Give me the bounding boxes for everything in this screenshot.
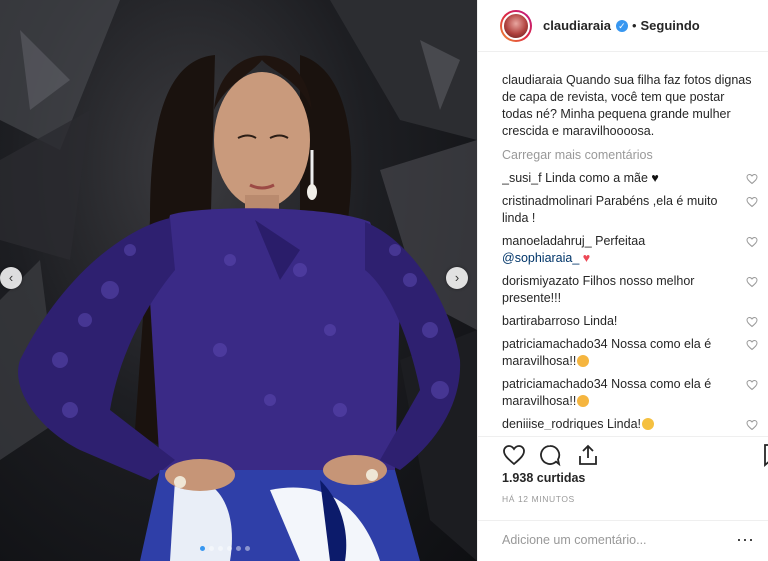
comment-like-heart-icon[interactable] [746,236,758,248]
comment-like-heart-icon[interactable] [746,196,758,208]
comment-text: manoeladahruj_ Perfeitaa @sophiaraia_ ♥ [502,233,727,267]
add-comment-input[interactable]: Adicione um comentário... [502,533,647,547]
comments-list[interactable]: claudiaraia Quando sua filha faz fotos d… [502,72,768,430]
share-icon[interactable] [576,443,600,467]
post-photo[interactable]: ‹ › [0,0,477,561]
comment-like-heart-icon[interactable] [746,276,758,288]
comment-body: Perfeitaa [595,234,646,248]
carousel-dot [209,546,214,551]
comment-body: Linda! [606,417,641,430]
add-comment-bar: Adicione um comentário... ··· [478,520,768,561]
comment-icon[interactable] [538,443,562,467]
post-timestamp: HÁ 12 MINUTOS [502,494,575,504]
following-button[interactable]: Seguindo [641,18,700,33]
verified-check-icon: ✓ [615,19,628,32]
comment-text: patriciamachado34 Nossa como ela é marav… [502,376,727,410]
comment-like-heart-icon[interactable] [746,173,758,185]
carousel-prev-button[interactable]: ‹ [0,267,22,289]
likes-count[interactable]: 1.938 curtidas [502,471,585,485]
comment-like-heart-icon[interactable] [746,316,758,328]
comment-username[interactable]: patriciamachado34 [502,377,608,391]
action-bar [478,436,768,467]
header-separator: • [631,18,637,33]
comment-row: patriciamachado34 Nossa como ela é marav… [502,336,768,370]
comment-like-heart-icon[interactable] [746,339,758,351]
post-caption: claudiaraia Quando sua filha faz fotos d… [502,72,768,140]
carousel-dot-active [200,546,205,551]
load-more-comments-button[interactable]: Carregar mais comentários [502,147,768,164]
comment-row: _susi_f Linda como a mãe ♥ [502,170,768,187]
post-header: claudiaraia ✓ • Seguindo [478,0,768,52]
caption-username[interactable]: claudiaraia [502,73,562,87]
comment-body: Linda! [583,314,618,328]
comment-username[interactable]: dorismiyazato [502,274,579,288]
carousel-dot [218,546,223,551]
comment-like-heart-icon[interactable] [746,419,758,430]
comment-text: dorismiyazato Filhos nosso melhor presen… [502,273,727,307]
like-heart-icon[interactable] [502,443,526,467]
comment-row: patriciamachado34 Nossa como ela é marav… [502,376,768,410]
comment-username[interactable]: manoeladahruj_ [502,234,592,248]
comment-row: cristinadmolinari Parabéns ,ela é muito … [502,193,768,227]
comment-username[interactable]: _susi_f [502,171,542,185]
comment-row: bartirabarroso Linda! [502,313,768,330]
more-options-icon[interactable]: ··· [736,529,754,550]
comment-like-heart-icon[interactable] [746,379,758,391]
comment-text: deniiise_rodriques Linda! [502,416,727,430]
carousel-dots [200,546,250,551]
comment-body: Linda como a mãe [545,171,648,185]
comment-row: dorismiyazato Filhos nosso melhor presen… [502,273,768,307]
save-bookmark-icon[interactable] [760,443,768,467]
comment-username[interactable]: patriciamachado34 [502,337,608,351]
comment-text: patriciamachado34 Nossa como ela é marav… [502,336,727,370]
header-username[interactable]: claudiaraia [543,18,611,33]
carousel-next-button[interactable]: › [446,267,468,289]
carousel-dot [245,546,250,551]
comment-username[interactable]: deniiise_rodriques [502,417,603,430]
comment-text: bartirabarroso Linda! [502,313,727,330]
red-heart-emoji-icon: ♥ [579,251,591,265]
carousel-dot [227,546,232,551]
comment-row: deniiise_rodriques Linda! [502,416,768,430]
clap-emoji-icon [577,395,590,407]
comment-text: _susi_f Linda como a mãe ♥ [502,170,727,187]
carousel-dot [236,546,241,551]
comment-row: manoeladahruj_ Perfeitaa @sophiaraia_ ♥ [502,233,768,267]
black-heart-emoji-icon: ♥ [647,171,659,185]
comment-username[interactable]: cristinadmolinari [502,194,592,208]
post-side-panel: claudiaraia ✓ • Seguindo claudiaraia Qua… [477,0,768,561]
comment-username[interactable]: bartirabarroso [502,314,580,328]
comment-rows: _susi_f Linda como a mãe ♥ cristinadmolin… [502,170,768,430]
photo-background [0,0,477,561]
comment-mention-link[interactable]: @sophiaraia_ [502,251,579,265]
avatar[interactable] [500,9,532,42]
comment-text: cristinadmolinari Parabéns ,ela é muito … [502,193,727,227]
heart-eyes-emoji-icon [642,418,654,430]
clap-emoji-icon [577,355,590,367]
